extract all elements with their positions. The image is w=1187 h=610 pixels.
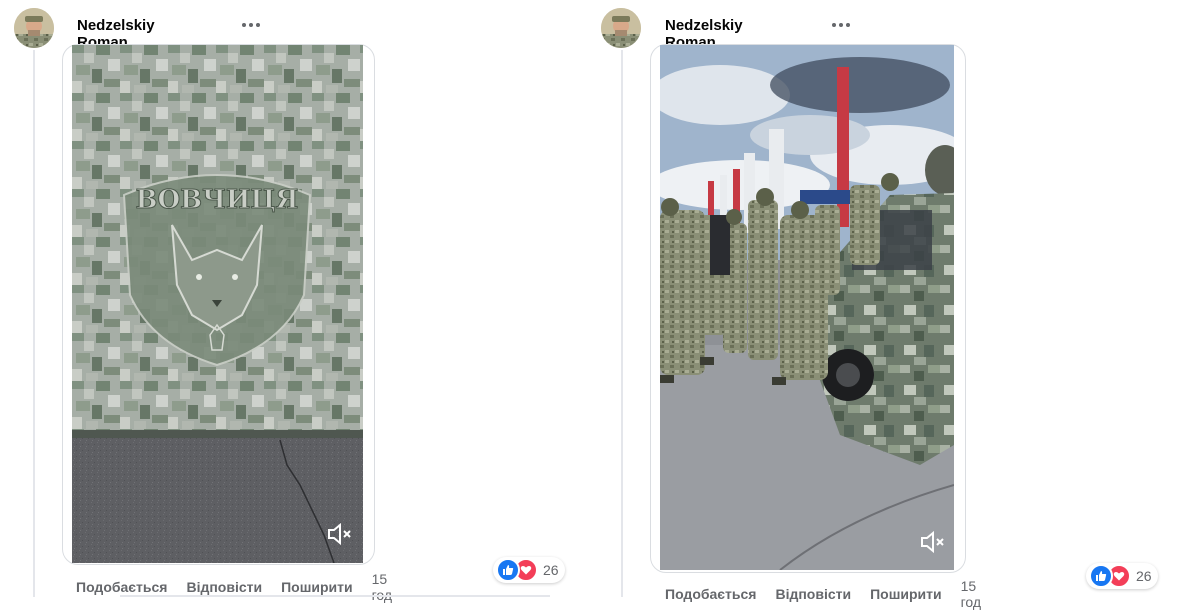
share-button[interactable]: Поширити xyxy=(281,579,353,595)
thread-line xyxy=(33,50,35,597)
comment-actions: Подобається Відповісти Поширити 15 год xyxy=(665,578,981,610)
more-options-button[interactable] xyxy=(828,15,854,35)
reaction-count: 26 xyxy=(1136,568,1152,584)
like-button[interactable]: Подобається xyxy=(76,579,167,595)
author-avatar[interactable] xyxy=(601,8,641,48)
comment-actions: Подобається Відповісти Поширити 15 год xyxy=(76,571,392,603)
reply-button[interactable]: Відповісти xyxy=(775,586,851,602)
mute-icon[interactable] xyxy=(324,519,354,549)
reaction-count: 26 xyxy=(543,562,559,578)
mute-icon[interactable] xyxy=(917,527,947,557)
timestamp[interactable]: 15 год xyxy=(961,578,981,610)
like-button[interactable]: Подобається xyxy=(665,586,756,602)
reactions-summary[interactable]: 26 xyxy=(1086,563,1158,589)
like-icon xyxy=(496,558,520,582)
reply-button[interactable]: Відповісти xyxy=(186,579,262,595)
like-icon xyxy=(1089,564,1113,588)
thread-line xyxy=(621,50,623,597)
more-options-button[interactable] xyxy=(238,15,264,35)
emblem-text: ВОВЧИЦЯ xyxy=(136,185,299,215)
video-player[interactable]: ВОВЧИЦЯ xyxy=(72,45,363,563)
reactions-summary[interactable]: 26 xyxy=(493,557,565,583)
share-button[interactable]: Поширити xyxy=(870,586,942,602)
author-avatar[interactable] xyxy=(14,8,54,48)
timestamp[interactable]: 15 год xyxy=(372,571,392,603)
video-player[interactable] xyxy=(660,45,954,570)
